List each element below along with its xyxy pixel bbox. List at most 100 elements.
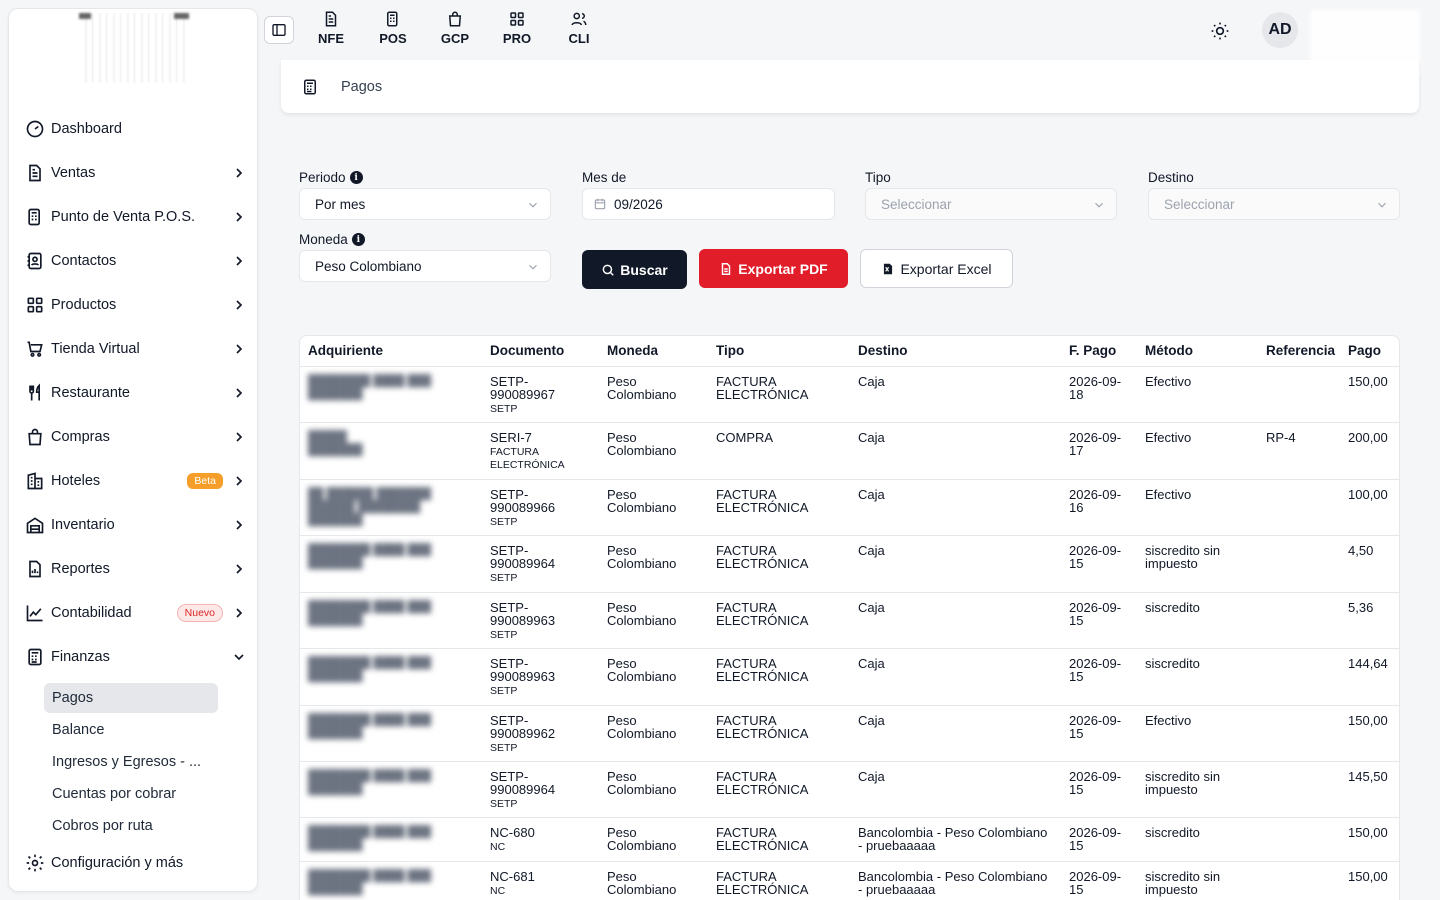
tipo-cell: COMPRA bbox=[708, 422, 850, 480]
chevron-right-icon bbox=[236, 168, 243, 178]
tab-pos[interactable]: POS bbox=[362, 10, 424, 46]
sidebar-item-restaurante[interactable]: Restaurante bbox=[9, 371, 257, 415]
user-avatar[interactable]: AD bbox=[1262, 12, 1298, 48]
column-header[interactable]: Tipo bbox=[708, 336, 850, 367]
sidebar-item-ventas[interactable]: Ventas bbox=[9, 151, 257, 195]
sidebar-item-inventario[interactable]: Inventario bbox=[9, 503, 257, 547]
moneda-cell: Peso Colombiano bbox=[599, 592, 708, 649]
metodo-cell: siscredito bbox=[1137, 648, 1258, 706]
fecha-pago-cell: 2026-09-18 bbox=[1061, 366, 1137, 423]
sidebar-item-configuracion[interactable]: Configuración y más bbox=[25, 851, 183, 875]
moneda-label-text: Moneda bbox=[299, 232, 348, 247]
tab-pro[interactable]: PRO bbox=[486, 10, 548, 46]
table-row[interactable]: ████████ ████ ███ ███████ NC-680 NC Peso C… bbox=[300, 817, 1399, 862]
documento-number: SETP-990089964 bbox=[490, 768, 556, 797]
sidebar-subitem-balance[interactable]: Balance bbox=[44, 715, 218, 745]
tipo-placeholder: Seleccionar bbox=[881, 196, 952, 212]
sidebar-item-label: Finanzas bbox=[51, 649, 110, 665]
exportar-excel-button[interactable]: Exportar Excel bbox=[860, 249, 1013, 288]
tab-gcp[interactable]: GCP bbox=[424, 10, 486, 46]
pago-cell: 5,36 bbox=[1340, 592, 1399, 649]
sidebar-item-hoteles[interactable]: Hoteles Beta bbox=[9, 459, 257, 503]
sidebar: Dashboard Ventas Punto de Venta P.O.S. C… bbox=[8, 8, 258, 892]
tipo-label-text: Tipo bbox=[865, 170, 891, 185]
sidebar-item-finanzas[interactable]: Finanzas bbox=[9, 635, 257, 679]
referencia-cell bbox=[1258, 761, 1340, 818]
periodo-select[interactable]: Por mes bbox=[299, 188, 551, 220]
table-row[interactable]: █████ ███████ SERI-7 FACTURA ELECTRÓNICA P… bbox=[300, 422, 1399, 480]
warehouse-icon bbox=[26, 517, 44, 534]
table-row[interactable]: ████████ ████ ███ ███████ SETP-990089963 S… bbox=[300, 648, 1399, 706]
documento-number: SETP-990089966 bbox=[490, 486, 556, 515]
table-row[interactable]: ████████ ████ ███ ███████ SETP-990089964 S… bbox=[300, 761, 1399, 818]
sidebar-subitem-pagos[interactable]: Pagos bbox=[44, 683, 218, 713]
sidebar-item-tienda-virtual[interactable]: Tienda Virtual bbox=[9, 327, 257, 371]
pago-cell: 200,00 bbox=[1340, 422, 1399, 480]
sidebar-subitem-cobros-por-ruta[interactable]: Cobros por ruta bbox=[44, 811, 218, 841]
moneda-select[interactable]: Peso Colombiano bbox=[299, 250, 551, 282]
theme-toggle-button[interactable] bbox=[1206, 17, 1234, 45]
table-row[interactable]: ██ ██████ ███████ ██████ ████████ ███████ … bbox=[300, 479, 1399, 536]
fecha-pago-cell: 2026-09-15 bbox=[1061, 761, 1137, 818]
sidebar-toggle-button[interactable] bbox=[264, 16, 294, 44]
chevron-right-icon bbox=[236, 256, 243, 266]
grid-icon bbox=[27, 297, 43, 313]
exportar-pdf-button[interactable]: Exportar PDF bbox=[699, 249, 848, 288]
column-header[interactable]: Moneda bbox=[599, 336, 708, 367]
redacted-name: ████████ ████ ███ ███████ bbox=[308, 769, 432, 795]
sidebar-item-dashboard[interactable]: Dashboard bbox=[9, 107, 257, 151]
column-header[interactable]: Referencia bbox=[1258, 336, 1340, 367]
fecha-pago-cell: 2026-09-15 bbox=[1061, 817, 1137, 862]
table-row[interactable]: ████████ ████ ███ ███████ NC-681 NC Peso C… bbox=[300, 861, 1399, 900]
tab-label: CLI bbox=[568, 31, 590, 46]
company-logo[interactable] bbox=[79, 13, 189, 83]
redacted-name: ████████ ████ ███ ███████ bbox=[308, 869, 432, 895]
pago-cell: 150,00 bbox=[1340, 705, 1399, 762]
documento-cell: SETP-990089964 SETP bbox=[482, 535, 599, 593]
column-header[interactable]: F. Pago bbox=[1061, 336, 1137, 367]
metodo-cell: Efectivo bbox=[1137, 366, 1258, 423]
sidebar-item-contabilidad[interactable]: Contabilidad Nuevo bbox=[9, 591, 257, 635]
table-row[interactable]: ████████ ████ ███ ███████ SETP-990089962 S… bbox=[300, 705, 1399, 762]
adquiriente-cell: ██ ██████ ███████ ██████ ████████ ███████ bbox=[300, 479, 482, 536]
adquiriente-cell: ████████ ████ ███ ███████ bbox=[300, 761, 482, 818]
sidebar-item-productos[interactable]: Productos bbox=[9, 283, 257, 327]
redacted-name: ████████ ████ ███ ███████ bbox=[308, 600, 432, 626]
adquiriente-cell: ████████ ████ ███ ███████ bbox=[300, 592, 482, 649]
sidebar-item-reportes[interactable]: Reportes bbox=[9, 547, 257, 591]
destino-select[interactable]: Seleccionar bbox=[1148, 188, 1400, 220]
sidebar-item-contactos[interactable]: Contactos bbox=[9, 239, 257, 283]
sidebar-subitem-ingresos-egresos[interactable]: Ingresos y Egresos - ... bbox=[44, 747, 218, 777]
tipo-select[interactable]: Seleccionar bbox=[865, 188, 1117, 220]
sidebar-subitem-cuentas-por-cobrar[interactable]: Cuentas por cobrar bbox=[44, 779, 218, 809]
tipo-cell: FACTURA ELECTRÓNICA bbox=[708, 592, 850, 649]
sidebar-item-compras[interactable]: Compras bbox=[9, 415, 257, 459]
redacted-name: ████████ ████ ███ ███████ bbox=[308, 543, 432, 569]
info-icon[interactable]: i bbox=[349, 171, 363, 184]
redacted-name: ████████ ████ ███ ███████ bbox=[308, 713, 432, 739]
sidebar-toggle-icon bbox=[272, 24, 286, 36]
fecha-pago-cell: 2026-09-15 bbox=[1061, 861, 1137, 900]
mes-date-input[interactable]: 09/2026 bbox=[582, 188, 835, 220]
referencia-cell bbox=[1258, 366, 1340, 423]
sidebar-item-pos[interactable]: Punto de Venta P.O.S. bbox=[9, 195, 257, 239]
table-row[interactable]: ████████ ████ ███ ███████ SETP-990089967 S… bbox=[300, 366, 1399, 423]
tab-cli[interactable]: CLI bbox=[548, 10, 610, 46]
column-header[interactable]: Destino bbox=[850, 336, 1061, 367]
fecha-pago-cell: 2026-09-15 bbox=[1061, 648, 1137, 706]
column-header[interactable]: Pago bbox=[1340, 336, 1399, 367]
buscar-button[interactable]: Buscar bbox=[582, 250, 687, 289]
info-icon[interactable]: i bbox=[351, 233, 365, 246]
column-header[interactable]: Documento bbox=[482, 336, 599, 367]
chevron-down-icon bbox=[1095, 202, 1103, 208]
metodo-cell: siscredito sin impuesto bbox=[1137, 761, 1258, 818]
table-row[interactable]: ████████ ████ ███ ███████ SETP-990089964 S… bbox=[300, 535, 1399, 593]
column-header[interactable]: Adquiriente bbox=[300, 336, 482, 367]
destino-cell: Caja bbox=[850, 648, 1061, 706]
column-header[interactable]: Método bbox=[1137, 336, 1258, 367]
tab-nfe[interactable]: NFE bbox=[300, 10, 362, 46]
table-body: ████████ ████ ███ ███████ SETP-990089967 S… bbox=[300, 366, 1399, 900]
table-row[interactable]: ████████ ████ ███ ███████ SETP-990089963 S… bbox=[300, 592, 1399, 649]
tipo-cell: FACTURA ELECTRÓNICA bbox=[708, 535, 850, 593]
moneda-cell: Peso Colombiano bbox=[599, 479, 708, 536]
